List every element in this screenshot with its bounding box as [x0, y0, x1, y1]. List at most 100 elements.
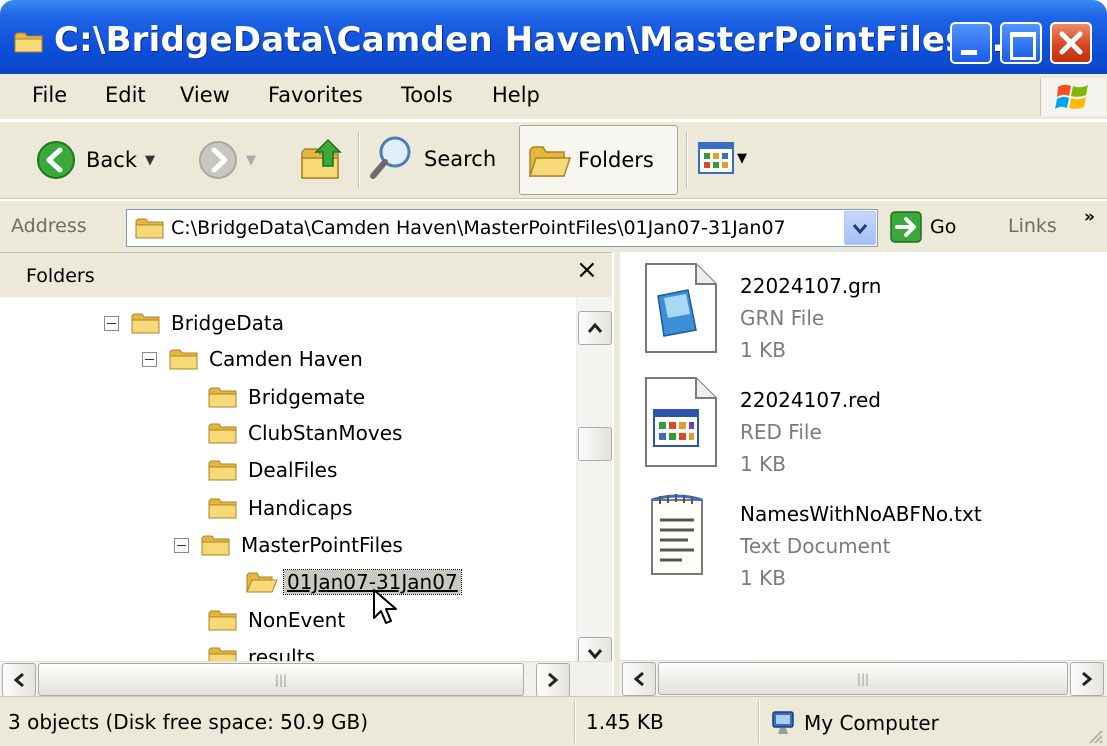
folders-button[interactable]: Folders	[519, 125, 678, 195]
scroll-right-button[interactable]	[1070, 662, 1104, 696]
mouse-cursor-icon	[373, 589, 397, 624]
file-size: 1 KB	[740, 452, 786, 476]
resize-grip-icon[interactable]	[1086, 727, 1104, 745]
scroll-left-button[interactable]	[2, 663, 36, 697]
file-item-txt[interactable]: NamesWithNoABFNo.txt Text Document 1 KB	[640, 488, 1107, 592]
folder-icon	[135, 216, 165, 240]
collapse-icon[interactable]	[142, 351, 157, 367]
tree-item-label: NonEvent	[248, 608, 346, 632]
scroll-up-button[interactable]	[578, 311, 612, 345]
chevron-left-icon	[13, 672, 24, 688]
tree-item-label: MasterPointFiles	[241, 533, 403, 557]
menu-favorites[interactable]: Favorites	[268, 83, 363, 107]
tree-item-nonevent[interactable]: NonEvent	[208, 602, 345, 638]
tree-item-label: Bridgemate	[248, 385, 366, 409]
tree-item-bridgemate[interactable]: Bridgemate	[208, 379, 365, 415]
folder-icon	[208, 385, 238, 409]
tree-item-label: ClubStanMoves	[248, 421, 403, 445]
chevron-down-icon	[587, 649, 603, 660]
tree-item-handicaps[interactable]: Handicaps	[208, 490, 353, 526]
go-label: Go	[930, 216, 957, 238]
go-button[interactable]: Go	[890, 211, 956, 243]
links-label[interactable]: Links	[1008, 215, 1057, 237]
file-type: GRN File	[740, 306, 825, 330]
folders-vertical-scrollbar[interactable]	[576, 297, 612, 676]
back-label: Back	[86, 148, 137, 172]
file-name: 22024107.red	[740, 388, 881, 412]
tree-item-masterpointfiles[interactable]: MasterPointFiles	[174, 527, 403, 563]
address-label: Address	[11, 215, 87, 237]
folder-icon	[208, 458, 238, 482]
tree-item-label: Handicaps	[248, 496, 353, 520]
forward-button[interactable]: ▼	[198, 140, 256, 180]
menu-edit[interactable]: Edit	[105, 83, 146, 107]
my-computer-icon	[772, 711, 794, 734]
status-bar: 3 objects (Disk free space: 50.9 GB) 1.4…	[0, 696, 1107, 746]
folders-pane-title: Folders	[26, 265, 95, 287]
close-icon	[1059, 31, 1083, 55]
back-arrow-icon	[37, 141, 75, 179]
file-list-pane: 22024107.grn GRN File 1 KB 22024107.red …	[614, 252, 1107, 696]
file-item-red[interactable]: 22024107.red RED File 1 KB	[640, 374, 1107, 478]
go-arrow-icon	[890, 211, 922, 243]
scroll-thumb[interactable]: |||	[658, 662, 1068, 695]
tree-item-01jan07-31jan07[interactable]: 01Jan07-31Jan07	[246, 564, 462, 600]
address-input[interactable]: C:\BridgeData\Camden Haven\MasterPointFi…	[126, 209, 878, 247]
up-folder-button[interactable]	[298, 136, 346, 182]
back-dropdown-icon[interactable]: ▼	[145, 153, 155, 168]
search-button[interactable]: Search	[368, 134, 496, 184]
scroll-left-button[interactable]	[622, 662, 656, 696]
address-bar: Address C:\BridgeData\Camden Haven\Maste…	[0, 200, 1107, 252]
folders-horizontal-scrollbar[interactable]: |||	[0, 661, 612, 697]
file-type: Text Document	[740, 534, 891, 558]
chevron-right-icon	[1082, 671, 1093, 687]
minimize-button[interactable]	[950, 22, 992, 64]
scroll-thumb[interactable]	[578, 427, 612, 461]
files-horizontal-scrollbar[interactable]: |||	[620, 660, 1107, 696]
tree-item-label: DealFiles	[248, 458, 338, 482]
file-size: 1 KB	[740, 338, 786, 362]
collapse-icon[interactable]	[174, 537, 189, 553]
folders-icon	[528, 146, 572, 177]
menu-view[interactable]: View	[180, 83, 230, 107]
back-button[interactable]: Back ▼	[36, 140, 155, 180]
file-item-grn[interactable]: 22024107.grn GRN File 1 KB	[640, 260, 1107, 364]
folders-pane-close-icon[interactable]: ×	[576, 255, 598, 285]
tree-item-label: Camden Haven	[209, 347, 363, 371]
views-icon	[698, 142, 734, 174]
scroll-right-button[interactable]	[536, 663, 570, 697]
folder-icon	[131, 311, 161, 335]
links-chevron-icon[interactable]: »	[1084, 207, 1095, 227]
status-location: My Computer	[770, 710, 939, 736]
search-icon	[370, 136, 411, 179]
tree-item-label: BridgeData	[171, 311, 284, 335]
folder-icon	[169, 347, 199, 371]
address-dropdown-button[interactable]	[844, 211, 876, 245]
text-document-icon	[651, 494, 703, 575]
windows-flag-icon	[1055, 84, 1088, 109]
menu-bar: File Edit View Favorites Tools Help	[0, 74, 1107, 120]
close-button[interactable]	[1050, 22, 1092, 64]
tree-item-bridgedata[interactable]: BridgeData	[104, 305, 284, 341]
views-button[interactable]: ▼	[698, 142, 747, 174]
maximize-button[interactable]	[1000, 22, 1042, 64]
menu-help[interactable]: Help	[492, 83, 540, 107]
tree-item-camden-haven[interactable]: Camden Haven	[142, 341, 363, 377]
folder-icon	[208, 496, 238, 520]
chevron-up-icon	[587, 322, 603, 333]
forward-dropdown-icon[interactable]: ▼	[246, 153, 256, 168]
folders-pane-header: Folders ×	[0, 253, 612, 297]
grn-file-icon	[645, 263, 717, 353]
red-file-icon	[645, 377, 717, 467]
menu-tools[interactable]: Tools	[401, 83, 453, 107]
menu-file[interactable]: File	[32, 83, 67, 107]
open-folder-icon	[246, 572, 278, 593]
tree-item-dealfiles[interactable]: DealFiles	[208, 452, 337, 488]
folders-label: Folders	[578, 148, 654, 172]
tree-item-clubstanmoves[interactable]: ClubStanMoves	[208, 415, 402, 451]
file-size: 1 KB	[740, 566, 786, 590]
scroll-thumb[interactable]: |||	[38, 663, 524, 696]
collapse-icon[interactable]	[104, 315, 119, 331]
views-dropdown-icon[interactable]: ▼	[737, 151, 747, 166]
status-location-label: My Computer	[804, 711, 939, 735]
